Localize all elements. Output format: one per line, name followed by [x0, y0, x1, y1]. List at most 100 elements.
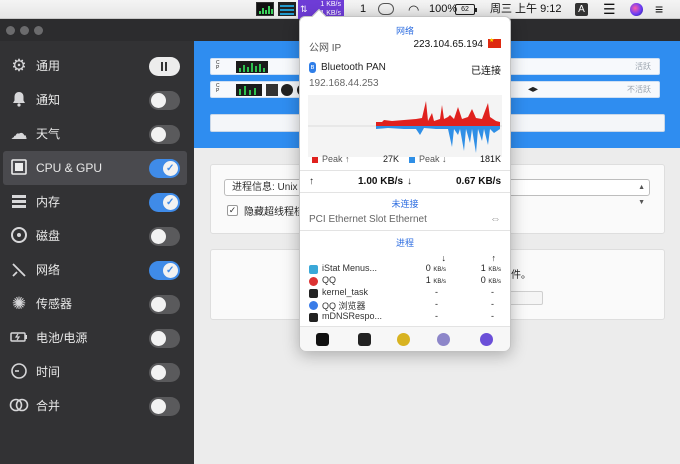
download-rate: 0.67 KB/s [456, 176, 502, 187]
network-icon [9, 260, 29, 280]
cpu-gpu-toggle[interactable] [149, 159, 180, 178]
input-method-icon[interactable]: A [575, 3, 588, 16]
window-zoom-button[interactable] [34, 26, 43, 35]
sidebar-item-time[interactable]: 时间 [0, 355, 194, 389]
upload-legend-swatch [312, 157, 318, 163]
activity-monitor-icon[interactable] [316, 333, 329, 346]
process-up: - [491, 287, 494, 297]
clock-icon [9, 362, 29, 382]
bell-icon [9, 90, 29, 110]
peak-down-label: Peak ↓ [419, 154, 447, 164]
window-close-button[interactable] [6, 26, 15, 35]
disk-icon [9, 226, 29, 246]
siri-icon[interactable] [630, 3, 643, 16]
process-name: QQ [322, 275, 337, 285]
network-utility-icon[interactable] [397, 333, 410, 346]
download-graph [376, 126, 500, 153]
process-down: - [435, 311, 438, 321]
battery-icon[interactable]: 62 [455, 4, 477, 15]
gear-icon: ⚙ [11, 56, 27, 75]
weather-toggle[interactable] [149, 125, 180, 144]
chevron-updown-icon: ▲ ▼ [638, 184, 645, 206]
istat-icon[interactable] [437, 333, 450, 346]
sidebar-item-label: 电池/电源 [36, 331, 88, 345]
memory-icon [9, 192, 29, 212]
disconnected-interface: PCI Ethernet Slot Ethernet [309, 214, 427, 225]
memory-toggle[interactable] [149, 193, 180, 212]
qq-browser-app-icon [309, 301, 318, 310]
cpu-label-glyph: CP [216, 83, 220, 94]
sidebar-item-battery[interactable]: 电池/电源 [0, 321, 194, 355]
memory-bars-icon [266, 84, 278, 96]
battery-toggle[interactable] [149, 329, 180, 348]
process-down: 1 KB/s [425, 275, 446, 285]
memory-menu-icon[interactable] [278, 2, 296, 16]
window-minimize-button[interactable] [20, 26, 29, 35]
interface-status: 已连接 [471, 66, 501, 77]
sidebar-item-weather[interactable]: ☁ 天气 [0, 117, 194, 151]
interface-ip[interactable]: 192.168.44.253 [309, 78, 379, 89]
cpu-mini-graph [236, 84, 262, 96]
process-up: 0 KB/s [480, 275, 501, 285]
process-name: mDNSRespo... [322, 311, 383, 321]
sidebar-item-label: CPU & GPU [36, 161, 103, 175]
qq-app-icon [309, 277, 318, 286]
bandwidth-graph [308, 95, 502, 157]
download-legend-swatch [409, 157, 415, 163]
popover-footer [300, 326, 510, 351]
upload-graph [376, 101, 500, 126]
sidebar-item-memory[interactable]: 内存 [0, 185, 194, 219]
process-down: - [435, 299, 438, 309]
peak-down-value: 181K [479, 154, 501, 164]
sidebar-item-label: 天气 [36, 127, 61, 141]
arrows-icon: ◂▸ [528, 84, 539, 95]
sidebar-item-label: 内存 [36, 195, 61, 209]
network-toggle[interactable] [149, 261, 180, 280]
public-ip-label: 公网 IP [309, 43, 342, 54]
gauge-icon [281, 84, 293, 96]
divider [300, 192, 510, 193]
cpu-label-glyph: CP [216, 60, 220, 71]
disks-toggle[interactable] [149, 227, 180, 246]
sidebar: ⚙ 通用 通知 ☁ 天气 CPU & GPU 内存 磁盘 [0, 41, 194, 464]
combine-icon [9, 396, 29, 416]
sidebar-item-disks[interactable]: 磁盘 [0, 219, 194, 253]
process-down: - [435, 287, 438, 297]
sidebar-item-label: 合并 [36, 399, 61, 413]
cloud-icon[interactable] [378, 3, 394, 15]
peak-up-value: 27K [383, 154, 400, 164]
sensors-toggle[interactable] [149, 295, 180, 314]
sidebar-item-cpu-gpu[interactable]: CPU & GPU [3, 151, 187, 185]
link-arrows-icon: ⇔ [490, 213, 501, 225]
cpu-graph-menu-icon[interactable] [256, 2, 274, 16]
china-flag-icon [488, 37, 501, 48]
card-text: 件。 [511, 270, 531, 281]
inactive-label: 不活跃 [627, 85, 651, 94]
pause-toggle[interactable] [149, 57, 180, 76]
sidebar-item-notifications[interactable]: 通知 [0, 83, 194, 117]
time-toggle[interactable] [149, 363, 180, 382]
notifications-toggle[interactable] [149, 91, 180, 110]
process-down: 0 KB/s [425, 263, 446, 273]
control-center-icon[interactable]: ☰ [603, 0, 616, 19]
sidebar-item-general[interactable]: ⚙ 通用 [0, 49, 194, 83]
cloud-icon: ☁ [10, 124, 28, 143]
sidebar-item-network[interactable]: 网络 [0, 253, 194, 287]
hide-hyperthread-checkbox[interactable]: ✓ [227, 205, 238, 216]
terminal-icon[interactable] [358, 333, 371, 346]
proc-col-down-header: ↓ [441, 253, 447, 263]
sidebar-item-label: 通知 [36, 93, 61, 107]
battery-icon [9, 328, 29, 348]
public-ip-value[interactable]: 223.104.65.194 [413, 39, 483, 50]
active-label: 活跃 [635, 62, 651, 71]
terminal-app-icon [309, 289, 318, 298]
notification-center-icon[interactable]: ≡ [655, 0, 663, 19]
sidebar-item-sensors[interactable]: ✺ 传感器 [0, 287, 194, 321]
settings-app-icon[interactable] [480, 333, 493, 346]
combined-toggle[interactable] [149, 397, 180, 416]
process-up: - [491, 311, 494, 321]
istat-app-icon [309, 265, 318, 274]
proc-col-up-header: ↑ [491, 253, 497, 263]
sidebar-item-combined[interactable]: 合并 [0, 389, 194, 423]
cpu-icon [9, 158, 29, 178]
